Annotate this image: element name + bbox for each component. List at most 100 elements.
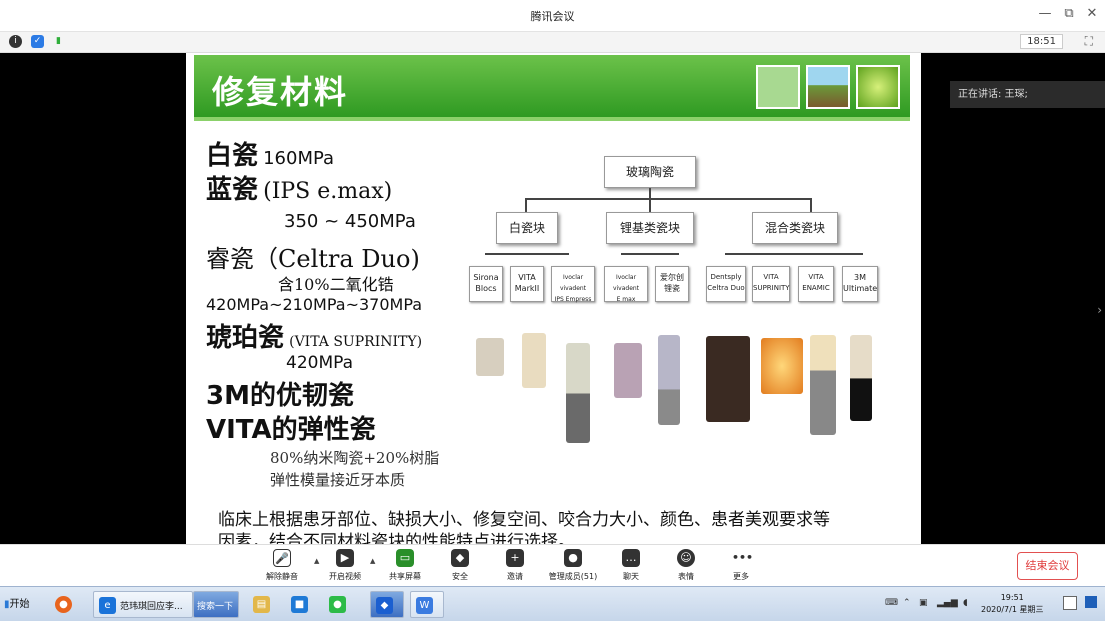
banner-thumbnail-plain [756, 65, 800, 109]
start-button[interactable]: ▮开始 [2, 593, 42, 616]
unmute-button[interactable]: 🎤 解除静音 [252, 549, 312, 582]
leaf-enamic: VITA ENAMIC [798, 266, 834, 302]
banner-thumbnail-sprout [806, 65, 850, 109]
expand-tray-icon[interactable]: ⌃ [903, 598, 911, 608]
slide-banner: 修复材料 [194, 55, 910, 117]
security-shield-icon[interactable]: ✓ [31, 35, 44, 48]
product-photo-3m [850, 335, 872, 421]
colorful-app-icon: ● [55, 596, 72, 613]
line-blue-porcelain: 蓝瓷 (IPS e.max) [206, 175, 393, 205]
line-celtra: 睿瓷（Celtra Duo) [206, 245, 420, 273]
taskbar-app-wps[interactable]: W [410, 591, 444, 618]
tree-group-white-block: 白瓷块 [496, 212, 558, 244]
invite-icon: + [506, 549, 524, 567]
leaf-3m-ultimate: 3M Ultimate [842, 266, 878, 302]
product-photo-lithium [658, 335, 680, 425]
leaf-celtra-duo: Dentsply Celtra Duo [706, 266, 746, 302]
video-off-icon: ▶ [336, 549, 354, 567]
tree-root-glass-ceramic: 玻璃陶瓷 [604, 156, 696, 188]
info-icon[interactable]: i [9, 35, 22, 48]
tree-group-lithium-block: 锂基类瓷块 [606, 212, 694, 244]
line-modulus: 弹性模量接近牙本质 [270, 471, 406, 489]
taskbar-search[interactable]: 搜索一下 [193, 591, 239, 618]
active-speaker-label: 正在讲话: 王琛; [950, 81, 1105, 108]
wechat-icon: ● [329, 596, 346, 613]
meeting-duration: 18:51 [1020, 34, 1063, 49]
reactions-button[interactable]: ☺ 表情 [656, 549, 716, 582]
members-icon: ● [564, 549, 582, 567]
tree-connector [649, 188, 651, 198]
line-composition: 80%纳米陶瓷+20%树脂 [270, 449, 440, 467]
share-screen-button[interactable]: ▭ 共享屏幕 [375, 549, 435, 582]
manage-members-button[interactable]: ● 管理成员(51) [543, 549, 603, 582]
window-title: 腾讯会议 [530, 10, 575, 23]
keyboard-icon[interactable]: ⌨ [885, 598, 898, 608]
banner-thumbnail-leaf [856, 65, 900, 109]
line-emax-strength: 350 ~ 450MPa [284, 211, 416, 232]
restore-button[interactable]: ⧉ [1059, 6, 1079, 21]
taskbar-app-ie[interactable]: e 范玮琪回应李... [93, 591, 193, 618]
slide-title: 修复材料 [212, 73, 349, 111]
slide-conclusion-line2: 因素，结合不同材料瓷块的性能特点进行选择。 [218, 532, 575, 544]
end-meeting-button[interactable]: 结束会议 [1017, 552, 1078, 580]
shared-slide: 修复材料 白瓷 160MPa 蓝瓷 (IPS e.max) 350 ~ 450M… [186, 53, 921, 544]
tencent-meeting-icon: ◆ [376, 597, 393, 614]
product-photo-enamic [810, 335, 836, 435]
leaf-ips-empress: Ivoclar vivadent IPS Empress [551, 266, 595, 303]
signal-icon[interactable]: ▂▄▆ [937, 598, 958, 608]
fullscreen-icon[interactable]: ⛶ [1085, 34, 1093, 49]
invite-button[interactable]: + 邀请 [485, 549, 545, 582]
system-clock[interactable]: 19:51 2020/7/1 星期三 [981, 592, 1043, 616]
network-icon[interactable]: ▣ [919, 598, 928, 608]
product-photo-emax [614, 343, 642, 398]
leaf-suprinity: VITA SUPRINITY [752, 266, 790, 302]
tree-connector [525, 198, 527, 212]
taskbar-app-folder[interactable]: ▤ [248, 591, 280, 618]
signal-strength-icon[interactable]: ▮ [52, 35, 65, 48]
leaf-emax: Ivoclar vivadent E max [604, 266, 648, 303]
show-desktop-icon[interactable] [1085, 596, 1097, 608]
ie-icon: e [99, 597, 116, 614]
start-video-button[interactable]: ▶ 开启视频 [315, 549, 375, 582]
chevron-right-icon[interactable]: › [1097, 303, 1102, 317]
more-button[interactable]: ••• 更多 [711, 549, 771, 582]
tree-connector [649, 198, 651, 212]
line-suprinity-strength: 420MPa [286, 353, 354, 373]
taskbar-app-wechat[interactable]: ● [324, 591, 360, 618]
volume-icon[interactable]: ◖ [963, 598, 968, 608]
banner-underline [194, 117, 910, 121]
product-photo-celtra [706, 336, 750, 422]
notification-icon[interactable] [1063, 596, 1077, 610]
meeting-toolbar: 🎤 解除静音 ▲ ▶ 开启视频 ▲ ▭ 共享屏幕 ◆ 安全 + 邀请 ● 管理成… [0, 544, 1105, 586]
tree-connector [621, 253, 679, 255]
tree-connector [525, 198, 811, 200]
security-button[interactable]: ◆ 安全 [430, 549, 490, 582]
leaf-aierchuang: 爱尔创 锂瓷 [655, 266, 689, 302]
tree-connector [725, 253, 863, 255]
product-photo-suprinity [761, 338, 803, 394]
taskbar-app-tencent-meeting[interactable]: ◆ [370, 591, 404, 618]
close-button[interactable]: ✕ [1082, 6, 1102, 21]
emoji-icon: ☺ [677, 549, 695, 567]
shared-screen-stage: 修复材料 白瓷 160MPa 蓝瓷 (IPS e.max) 350 ~ 450M… [0, 53, 1105, 544]
leaf-vita-markii: VITA MarkII [510, 266, 544, 302]
line-zirconia: 含10%二氧化锆 [278, 275, 394, 294]
taskbar-app-qqbrowser[interactable]: ● [50, 591, 86, 618]
mic-muted-icon: 🎤 [273, 549, 291, 567]
minimize-button[interactable]: — [1035, 6, 1055, 21]
os-taskbar: ▮开始 ● e 范玮琪回应李... 搜索一下 ▤ ■ ● ◆ W ⌨ ⌃ ▣ ▂… [0, 586, 1105, 621]
share-screen-icon: ▭ [396, 549, 414, 567]
taskbar-app-media[interactable]: ■ [286, 591, 318, 618]
product-photo-sirona [476, 338, 504, 376]
folder-icon: ▤ [253, 596, 270, 613]
window-titlebar: 腾讯会议 — ⧉ ✕ [0, 0, 1105, 32]
wps-icon: W [416, 597, 433, 614]
more-icon: ••• [732, 551, 754, 564]
leaf-sirona-blocs: Sirona Blocs [469, 266, 503, 302]
line-vita-ceramic: VITA的弹性瓷 [206, 415, 376, 445]
tree-group-hybrid-block: 混合类瓷块 [752, 212, 838, 244]
media-player-icon: ■ [291, 596, 308, 613]
line-3m-ceramic: 3M的优韧瓷 [206, 381, 354, 411]
chat-button[interactable]: … 聊天 [601, 549, 661, 582]
shield-icon: ◆ [451, 549, 469, 567]
